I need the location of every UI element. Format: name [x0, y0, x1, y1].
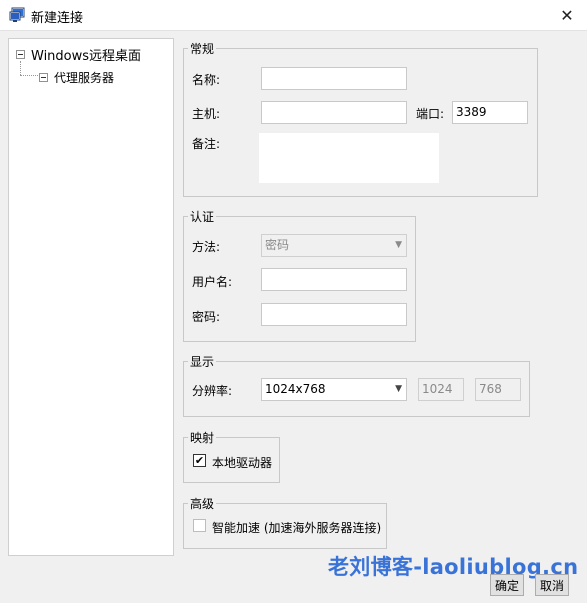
mapping-legend: 映射: [190, 431, 215, 445]
tree-node-label: 代理服务器: [54, 71, 115, 85]
advanced-legend: 高级: [190, 497, 215, 511]
title-bar: 新建连接 ✕: [0, 0, 587, 31]
local-drives-checkbox[interactable]: ✔: [193, 454, 206, 467]
username-label: 用户名:: [192, 275, 233, 289]
host-label: 主机:: [192, 107, 221, 121]
tree-connector: [20, 61, 21, 75]
method-label: 方法:: [192, 240, 221, 254]
note-textarea[interactable]: [259, 133, 439, 183]
name-field[interactable]: [261, 67, 407, 90]
password-field[interactable]: [261, 303, 407, 326]
host-field[interactable]: [261, 101, 407, 124]
window-title: 新建连接: [31, 11, 84, 26]
resolution-select[interactable]: 1024x768 ▼: [261, 378, 407, 401]
chevron-down-icon: ▼: [395, 240, 402, 250]
note-label: 备注:: [192, 137, 221, 151]
password-label: 密码:: [192, 310, 221, 324]
cancel-button[interactable]: 取消: [535, 574, 569, 596]
smart-accel-label[interactable]: 智能加速 (加速海外服务器连接): [212, 519, 381, 536]
close-button[interactable]: ✕: [547, 0, 587, 31]
width-field: 1024: [418, 378, 464, 401]
height-field: 768: [475, 378, 521, 401]
general-legend: 常规: [190, 42, 215, 56]
ok-button[interactable]: 确定: [490, 574, 524, 596]
tree-node-windows-rdp[interactable]: Windows远程桌面: [16, 45, 141, 64]
auth-method-select: 密码 ▼: [261, 234, 407, 257]
resolution-label: 分辨率:: [192, 384, 233, 398]
collapse-icon[interactable]: [39, 73, 48, 82]
tree-connector: [20, 75, 38, 76]
smart-accel-checkbox[interactable]: [193, 519, 206, 532]
auth-legend: 认证: [190, 210, 215, 224]
close-icon: ✕: [560, 6, 574, 25]
display-legend: 显示: [190, 355, 215, 369]
remote-desktop-icon: [9, 7, 25, 22]
connection-type-tree: Windows远程桌面 代理服务器: [8, 38, 174, 556]
checkmark-icon: ✔: [194, 454, 205, 467]
resolution-value: 1024x768: [265, 382, 326, 396]
port-label: 端口:: [416, 107, 445, 121]
chevron-down-icon[interactable]: ▼: [395, 379, 402, 400]
tree-node-proxy-server[interactable]: 代理服务器: [39, 69, 114, 86]
local-drives-label[interactable]: 本地驱动器: [212, 454, 272, 471]
name-label: 名称:: [192, 73, 221, 87]
tree-node-label: Windows远程桌面: [31, 49, 142, 64]
auth-method-value: 密码: [265, 238, 290, 252]
username-field[interactable]: [261, 268, 407, 291]
port-field[interactable]: 3389: [452, 101, 528, 124]
collapse-icon[interactable]: [16, 50, 25, 59]
